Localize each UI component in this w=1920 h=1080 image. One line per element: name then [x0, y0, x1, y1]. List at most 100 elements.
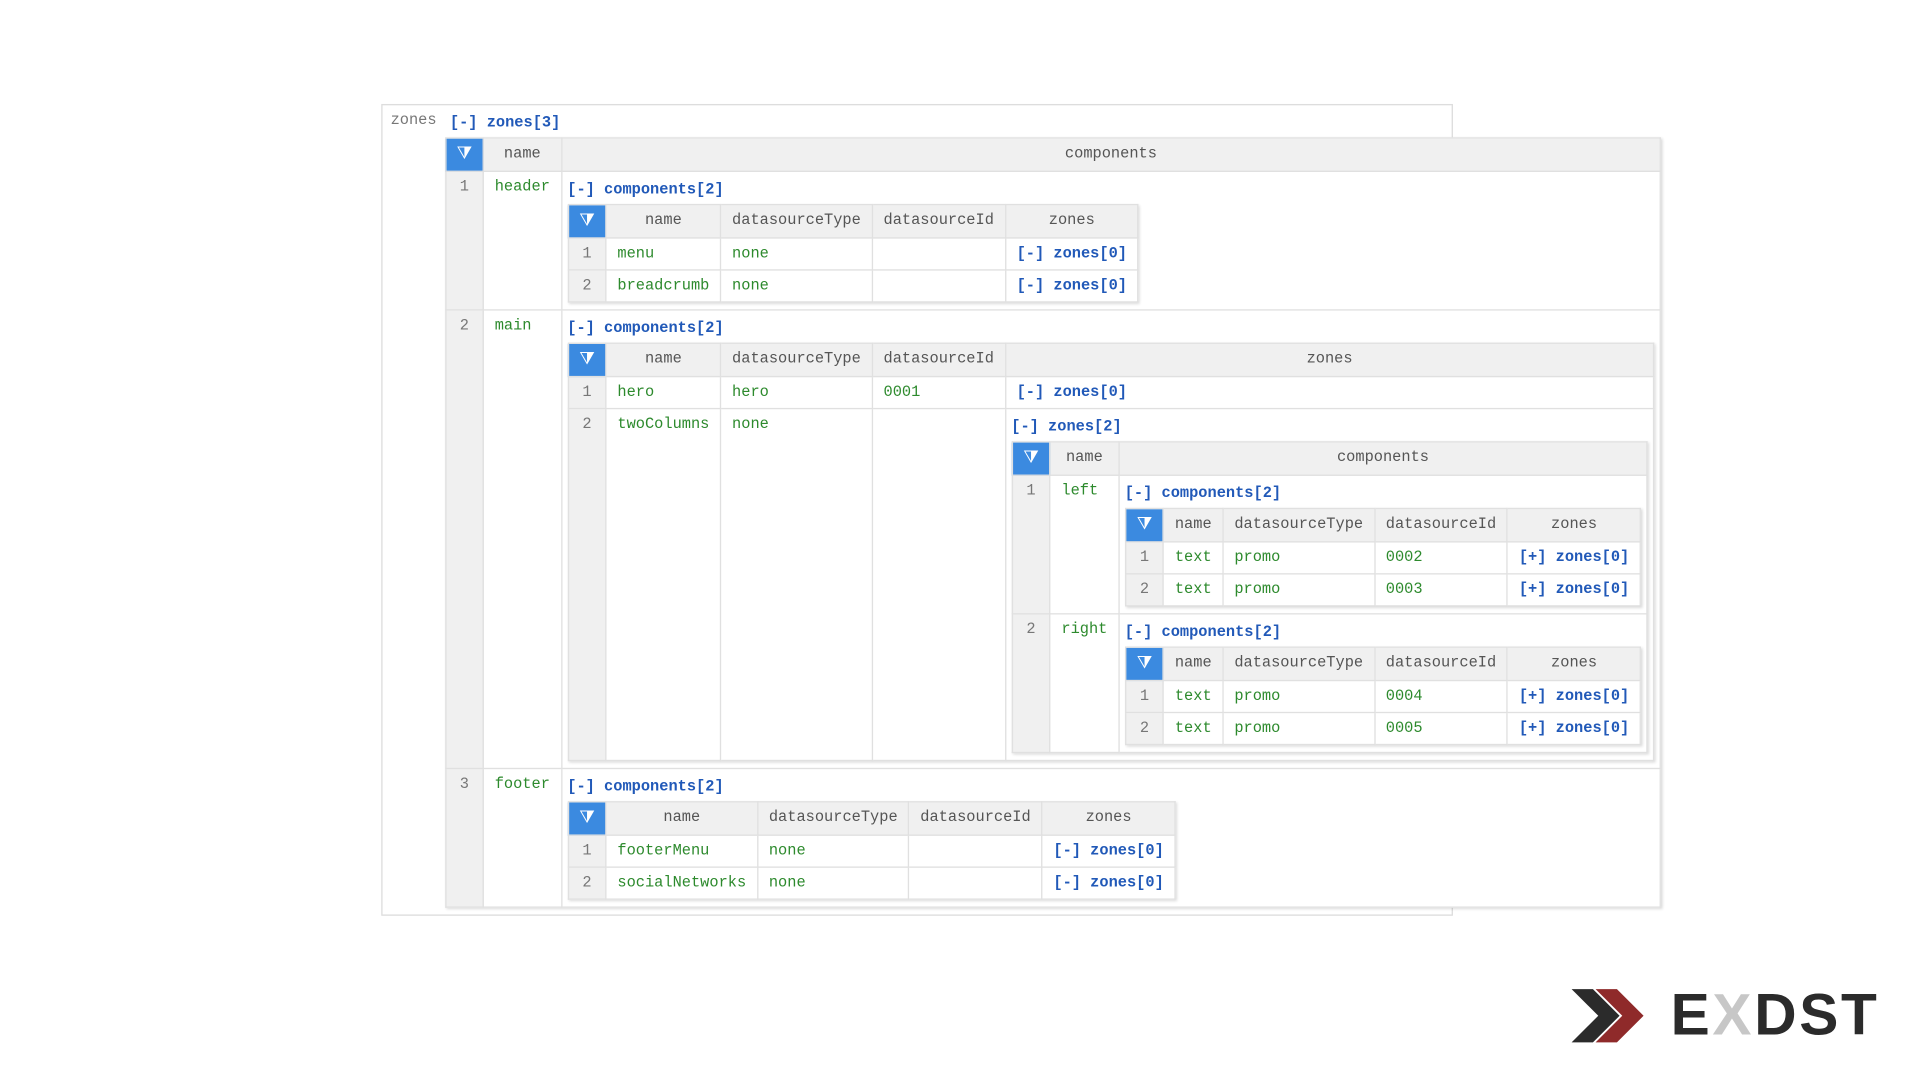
- json-tree-panel: zones [-] zones[3] ⧩ name components 1 h…: [381, 104, 1453, 916]
- filter-button[interactable]: ⧩: [568, 205, 606, 238]
- zones-toggle[interactable]: [+] zones[0]: [1519, 720, 1629, 737]
- row-index: 1: [1125, 680, 1163, 712]
- component-dsid: 0003: [1374, 574, 1507, 606]
- col-zones: zones: [1005, 343, 1654, 376]
- col-dstype: datasourceType: [721, 343, 872, 376]
- col-zones: zones: [1508, 509, 1641, 542]
- zones-table: ⧩ name components 1 header [-] component…: [445, 137, 1662, 907]
- filter-button[interactable]: ⧩: [568, 802, 606, 835]
- zones-toggle[interactable]: [+] zones[0]: [1519, 581, 1629, 598]
- col-dsid: datasourceId: [1374, 509, 1507, 542]
- component-dstype: promo: [1223, 574, 1374, 606]
- col-name: name: [1050, 442, 1119, 475]
- table-row: 2 right [-] components[2] ⧩: [1012, 614, 1647, 753]
- components-table: ⧩ name datasourceType datasourceId zones…: [567, 801, 1176, 900]
- col-name: name: [606, 205, 721, 238]
- zones-toggle[interactable]: [-] zones[0]: [1017, 245, 1127, 262]
- zone-name: header: [483, 171, 561, 310]
- filter-icon: ⧩: [579, 351, 594, 368]
- zone-name: left: [1050, 475, 1119, 614]
- filter-button[interactable]: ⧩: [568, 343, 606, 376]
- table-row: 1 footerMenu none [-] zones[0]: [568, 835, 1175, 867]
- component-dsid: [909, 835, 1042, 867]
- row-index: 2: [1125, 574, 1163, 606]
- zones-toggle[interactable]: [+] zones[0]: [1519, 688, 1629, 705]
- col-components: components: [1119, 442, 1648, 475]
- component-dstype: none: [758, 867, 909, 899]
- zones-toggle[interactable]: [+] zones[0]: [1519, 549, 1629, 566]
- table-row: 2 main [-] components[2] ⧩ name datasour…: [445, 310, 1660, 769]
- component-dstype: hero: [721, 377, 872, 409]
- filter-button[interactable]: ⧩: [445, 138, 483, 171]
- filter-button[interactable]: ⧩: [1012, 442, 1050, 475]
- col-dsid: datasourceId: [909, 802, 1042, 835]
- zones-toggle[interactable]: [-] zones[2]: [1011, 413, 1648, 441]
- row-index: 2: [568, 867, 606, 899]
- row-index: 3: [445, 768, 483, 907]
- table-row: 1 text promo 0002 [+] zones[0]: [1125, 542, 1640, 574]
- component-name: socialNetworks: [606, 867, 757, 899]
- component-dsid: 0002: [1374, 542, 1507, 574]
- root-toggle[interactable]: [-] zones[3]: [445, 109, 1662, 137]
- component-dsid: 0005: [1374, 712, 1507, 744]
- col-name: name: [606, 343, 721, 376]
- table-row: 1 text promo 0004 [+] zones[0]: [1125, 680, 1640, 712]
- col-zones: zones: [1508, 647, 1641, 680]
- filter-icon: ⧩: [579, 809, 594, 826]
- zones-toggle[interactable]: [-] zones[0]: [1017, 384, 1127, 401]
- brand-name: EXDST: [1671, 982, 1880, 1049]
- filter-icon: ⧩: [1137, 655, 1152, 672]
- row-index: 1: [1012, 475, 1050, 614]
- filter-icon: ⧩: [1137, 516, 1152, 533]
- zones-toggle[interactable]: [-] zones[0]: [1053, 842, 1163, 859]
- component-dsid: 0004: [1374, 680, 1507, 712]
- zones-toggle[interactable]: [-] zones[0]: [1053, 874, 1163, 891]
- brand-logo: EXDST: [1569, 976, 1879, 1056]
- chevron-right-icon: [1569, 976, 1649, 1056]
- component-dstype: promo: [1223, 712, 1374, 744]
- components-toggle[interactable]: [-] components[2]: [567, 315, 1654, 343]
- col-zones: zones: [1005, 205, 1138, 238]
- component-name: breadcrumb: [606, 270, 721, 302]
- filter-icon: ⧩: [457, 145, 472, 162]
- table-row: 2 twoColumns none [-] zones[2] ⧩: [568, 409, 1654, 761]
- row-index: 2: [1012, 614, 1050, 753]
- components-toggle[interactable]: [-] components[2]: [567, 176, 1654, 204]
- component-dsid: [872, 238, 1005, 270]
- row-index: 2: [568, 270, 606, 302]
- col-zones: zones: [1042, 802, 1175, 835]
- component-name: footerMenu: [606, 835, 757, 867]
- inner-zones-table: ⧩ name components 1 left: [1011, 441, 1648, 753]
- col-dstype: datasourceType: [758, 802, 909, 835]
- table-row: 2 socialNetworks none [-] zones[0]: [568, 867, 1175, 899]
- table-row: 2 breadcrumb none [-] zones[0]: [568, 270, 1138, 302]
- col-name: name: [1164, 647, 1223, 680]
- filter-button[interactable]: ⧩: [1125, 647, 1163, 680]
- col-dsid: datasourceId: [1374, 647, 1507, 680]
- component-name: text: [1164, 712, 1223, 744]
- component-dsid: 0001: [872, 377, 1005, 409]
- table-row: 3 footer [-] components[2] ⧩ name dataso…: [445, 768, 1660, 907]
- zone-name: footer: [483, 768, 561, 907]
- components-toggle[interactable]: [-] components[2]: [1125, 619, 1642, 647]
- component-name: twoColumns: [606, 409, 721, 761]
- components-toggle[interactable]: [-] components[2]: [1125, 480, 1642, 508]
- table-row: 1 menu none [-] zones[0]: [568, 238, 1138, 270]
- table-row: 1 hero hero 0001 [-] zones[0]: [568, 377, 1654, 409]
- component-name: text: [1164, 574, 1223, 606]
- component-dsid: [872, 270, 1005, 302]
- component-dstype: promo: [1223, 542, 1374, 574]
- component-dstype: promo: [1223, 680, 1374, 712]
- component-name: menu: [606, 238, 721, 270]
- table-row: 2 text promo 0005 [+] zones[0]: [1125, 712, 1640, 744]
- root-key-label: zones: [383, 105, 445, 136]
- filter-icon: ⧩: [579, 212, 594, 229]
- zones-toggle[interactable]: [-] zones[0]: [1017, 277, 1127, 294]
- row-index: 1: [1125, 542, 1163, 574]
- row-index: 2: [568, 409, 606, 761]
- components-toggle[interactable]: [-] components[2]: [567, 773, 1654, 801]
- filter-button[interactable]: ⧩: [1125, 509, 1163, 542]
- row-index: 1: [568, 835, 606, 867]
- zone-name: main: [483, 310, 561, 769]
- filter-icon: ⧩: [1023, 449, 1038, 466]
